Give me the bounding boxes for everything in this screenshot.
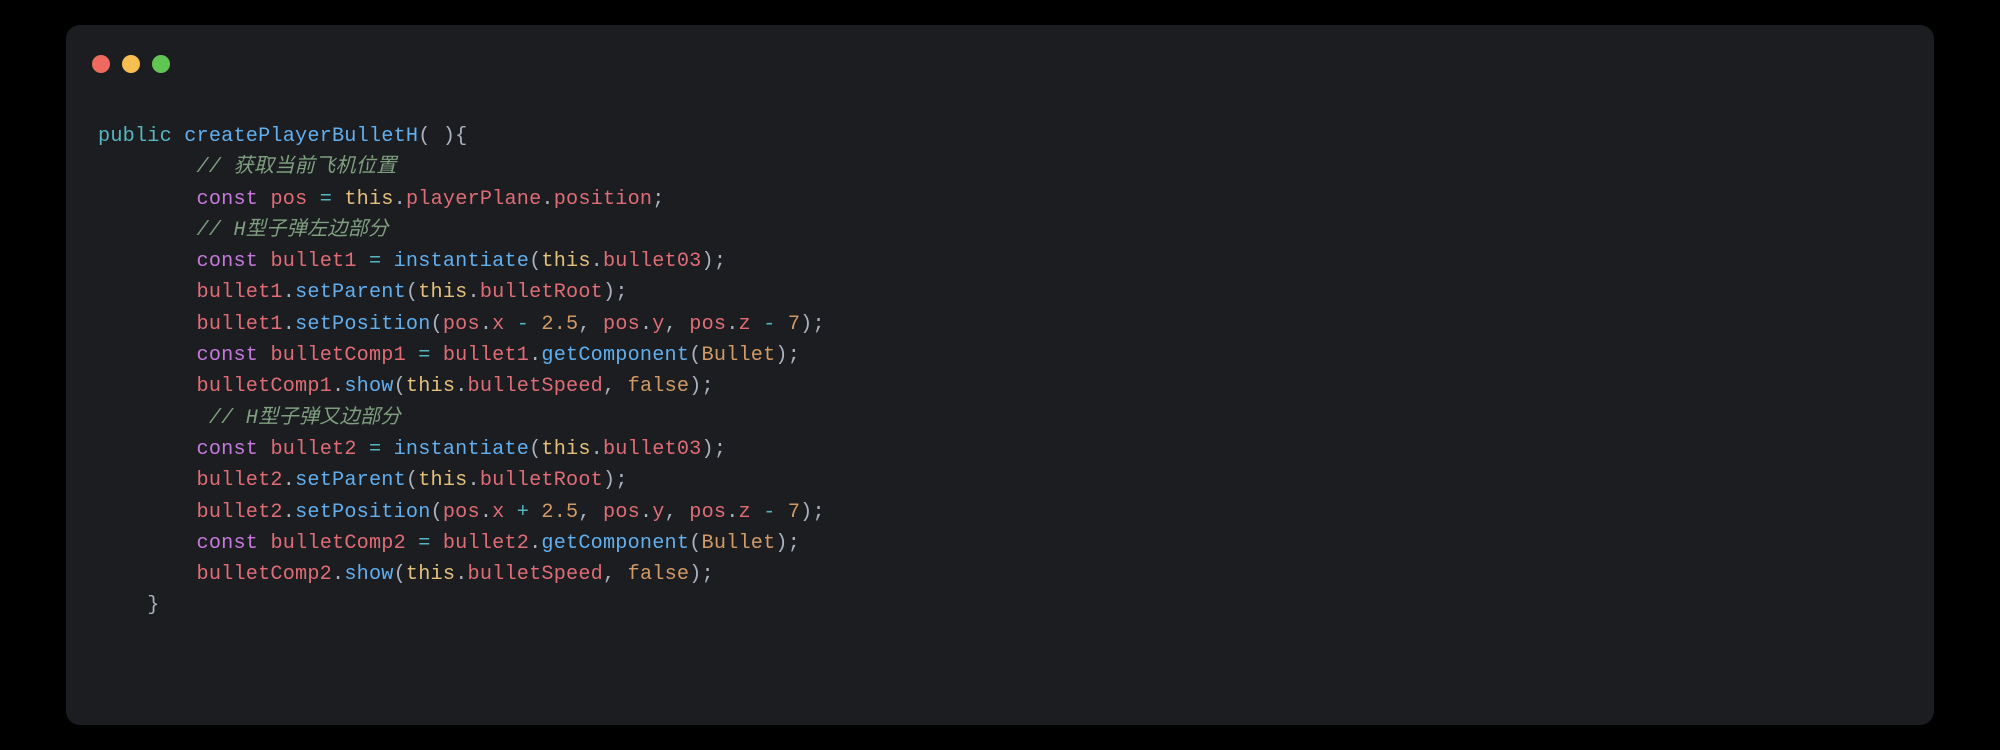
zoom-icon[interactable] <box>152 55 170 73</box>
comment: // 获取当前飞机位置 <box>197 156 397 179</box>
window-controls <box>92 55 170 73</box>
code-line: // H型子弹又边部分 <box>98 403 1902 434</box>
code-line: bullet1.setParent(this.bulletRoot); <box>98 277 1902 308</box>
code-window: public createPlayerBulletH( ){ // 获取当前飞机… <box>66 25 1934 725</box>
code-line: } <box>98 590 1902 621</box>
code-line: const pos = this.playerPlane.position; <box>98 184 1902 215</box>
code-line: // H型子弹左边部分 <box>98 215 1902 246</box>
code-line: // 获取当前飞机位置 <box>98 152 1902 183</box>
keyword-const: const <box>197 188 259 211</box>
comment: // H型子弹又边部分 <box>197 407 401 430</box>
code-line: bullet2.setPosition(pos.x + 2.5, pos.y, … <box>98 497 1902 528</box>
code-line: bulletComp2.show(this.bulletSpeed, false… <box>98 559 1902 590</box>
code-line: public createPlayerBulletH( ){ <box>98 121 1902 152</box>
keyword-public: public <box>98 125 172 148</box>
close-icon[interactable] <box>92 55 110 73</box>
code-line: const bullet2 = instantiate(this.bullet0… <box>98 434 1902 465</box>
fn-name: createPlayerBulletH <box>184 125 418 148</box>
comment: // H型子弹左边部分 <box>197 219 389 242</box>
code-line: const bulletComp2 = bullet2.getComponent… <box>98 528 1902 559</box>
code-line: const bullet1 = instantiate(this.bullet0… <box>98 246 1902 277</box>
code-line: const bulletComp1 = bullet1.getComponent… <box>98 340 1902 371</box>
keyword-this: this <box>344 188 393 211</box>
minimize-icon[interactable] <box>122 55 140 73</box>
code-editor[interactable]: public createPlayerBulletH( ){ // 获取当前飞机… <box>98 121 1902 701</box>
code-line: bullet2.setParent(this.bulletRoot); <box>98 465 1902 496</box>
code-line: bullet1.setPosition(pos.x - 2.5, pos.y, … <box>98 309 1902 340</box>
code-line: bulletComp1.show(this.bulletSpeed, false… <box>98 371 1902 402</box>
